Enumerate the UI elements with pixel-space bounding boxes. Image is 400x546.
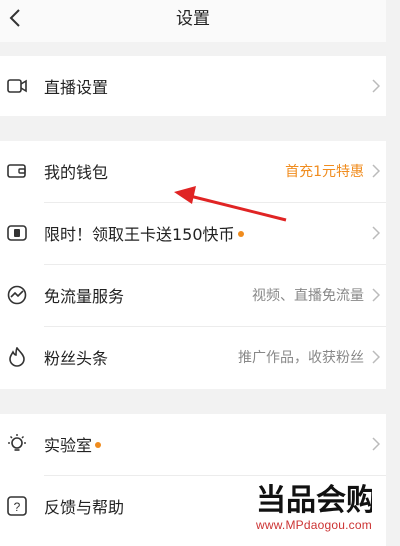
lightbulb-icon (6, 433, 28, 455)
watermark-url: www.MPdaogou.com (256, 518, 372, 532)
chevron-right-icon (372, 163, 382, 179)
settings-group-live: 直播设置 (0, 56, 386, 116)
row-label-text: 实验室 (44, 436, 93, 455)
svg-text:?: ? (14, 500, 21, 514)
sim-card-icon (6, 222, 28, 244)
settings-row-live[interactable]: 直播设置 (0, 56, 386, 116)
row-label: 免流量服务 (44, 287, 125, 306)
chevron-right-icon (372, 436, 382, 452)
new-dot-badge (237, 230, 244, 237)
top-bar: 设置 (0, 0, 386, 42)
watermark-logo: 当品会购 (256, 483, 372, 518)
row-label-text: 限时！领取王卡送150快币 (44, 225, 235, 244)
page-title: 设置 (176, 9, 210, 29)
live-camera-icon (6, 75, 28, 97)
settings-row-lab[interactable]: 实验室 (0, 414, 386, 474)
wallet-icon (6, 160, 28, 182)
settings-row-fans-headline[interactable]: 粉丝头条 推广作品，收获粉丝 (0, 327, 386, 387)
row-label: 限时！领取王卡送150快币 (44, 221, 244, 245)
settings-row-free-data[interactable]: 免流量服务 视频、直播免流量 (0, 265, 386, 325)
help-icon: ? (6, 495, 28, 517)
data-wave-icon (6, 284, 28, 306)
row-label: 实验室 (44, 432, 102, 456)
chevron-right-icon (372, 287, 382, 303)
row-label: 粉丝头条 (44, 349, 109, 368)
row-label: 我的钱包 (44, 163, 109, 182)
chevron-right-icon (372, 225, 382, 241)
fans-headline-subtitle: 推广作品，收获粉丝 (238, 350, 364, 366)
row-label: 反馈与帮助 (44, 498, 125, 517)
chevron-right-icon (372, 349, 382, 365)
chevron-right-icon (372, 78, 382, 94)
row-label: 直播设置 (44, 78, 109, 97)
svg-text:当品会购: 当品会购 (256, 483, 372, 518)
flame-icon (6, 346, 28, 368)
new-dot-badge (95, 441, 102, 448)
free-data-subtitle: 视频、直播免流量 (252, 288, 364, 304)
wallet-promo-text: 首充1元特惠 (285, 164, 364, 180)
right-gutter (386, 0, 400, 546)
annotation-arrow-icon (174, 186, 287, 222)
